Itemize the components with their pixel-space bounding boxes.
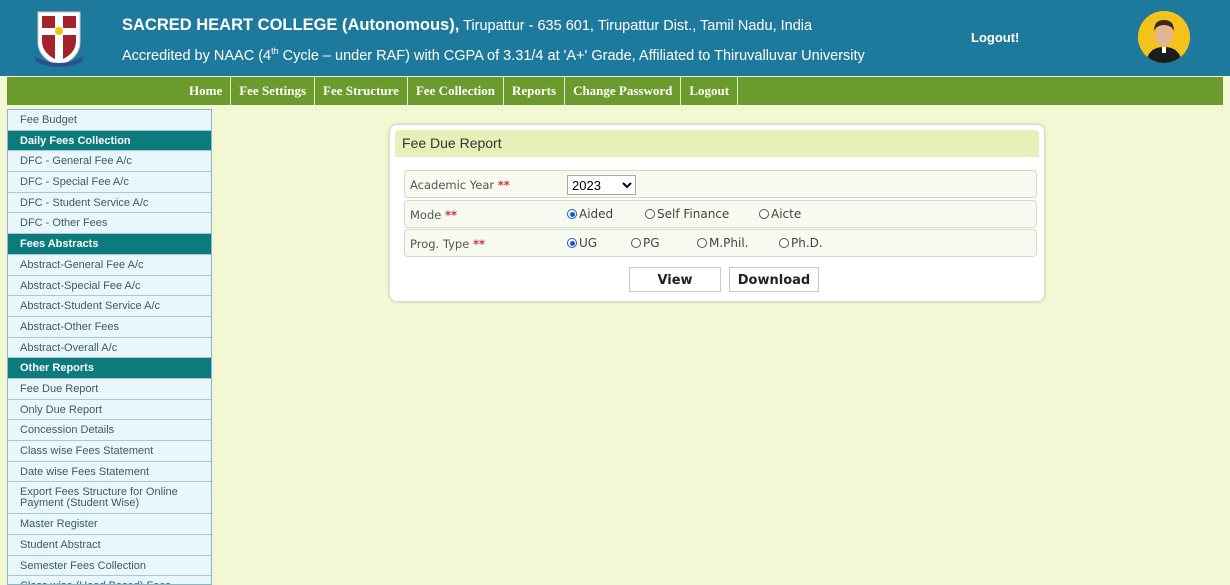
sidebar-item-dfc-special-fee-a-c[interactable]: DFC - Special Fee A/c (8, 172, 211, 193)
sidebar-item-student-abstract[interactable]: Student Abstract (8, 535, 211, 556)
accreditation-text-post: Cycle – under RAF) with CGPA of 3.31/4 a… (278, 47, 865, 64)
sidebar-section-fees-abstracts: Fees Abstracts (8, 234, 211, 255)
view-button[interactable]: View (629, 267, 721, 292)
radio-unchecked-icon[interactable] (631, 238, 641, 248)
prog-option-phd[interactable]: Ph.D. (779, 236, 823, 250)
header-logout-link[interactable]: Logout! (971, 30, 1019, 45)
sidebar-item-class-wise-fees-statement[interactable]: Class wise Fees Statement (8, 441, 211, 462)
mode-row: Mode ** Aided Self Finance Aicte (404, 200, 1037, 228)
prog-option-pg[interactable]: PG (631, 236, 660, 250)
main-nav: Home Fee Settings Fee Structure Fee Coll… (7, 77, 1223, 105)
sidebar: Fee Budget Daily Fees Collection DFC - Gen… (7, 109, 212, 585)
mode-option-self-finance[interactable]: Self Finance (645, 207, 729, 221)
sidebar-item-abstract-overall-a-c[interactable]: Abstract-Overall A/c (8, 338, 211, 359)
download-button[interactable]: Download (729, 267, 819, 292)
sidebar-item-semester-fees-collection[interactable]: Semester Fees Collection (8, 556, 211, 577)
sidebar-item-concession-details[interactable]: Concession Details (8, 420, 211, 441)
nav-fee-structure[interactable]: Fee Structure (315, 77, 408, 105)
nav-change-password[interactable]: Change Password (565, 77, 682, 105)
sidebar-item-only-due-report[interactable]: Only Due Report (8, 400, 211, 421)
sidebar-item-abstract-general-fee-a-c[interactable]: Abstract-General Fee A/c (8, 255, 211, 276)
prog-option-mphil[interactable]: M.Phil. (697, 236, 749, 250)
radio-checked-icon[interactable] (567, 209, 577, 219)
sidebar-item-abstract-student-service-a-c[interactable]: Abstract-Student Service A/c (8, 296, 211, 317)
header-title: SACRED HEART COLLEGE (Autonomous), Tirup… (122, 16, 812, 35)
app-header: SACRED HEART COLLEGE (Autonomous), Tirup… (0, 0, 1230, 76)
radio-unchecked-icon[interactable] (759, 209, 769, 219)
sidebar-item-dfc-general-fee-a-c[interactable]: DFC - General Fee A/c (8, 151, 211, 173)
nav-menu: Home Fee Settings Fee Structure Fee Coll… (181, 77, 739, 105)
radio-unchecked-icon[interactable] (697, 238, 707, 248)
sidebar-item-fee-budget[interactable]: Fee Budget (8, 110, 211, 131)
college-logo-icon (34, 11, 84, 67)
sidebar-item-date-wise-fees-statement[interactable]: Date wise Fees Statement (8, 462, 211, 483)
nav-reports[interactable]: Reports (504, 77, 566, 105)
nav-fee-settings[interactable]: Fee Settings (231, 77, 316, 105)
accreditation-text-pre: Accredited by NAAC (4 (122, 47, 272, 64)
header-accreditation: Accredited by NAAC (4th Cycle – under RA… (122, 46, 865, 64)
accreditation-sup: th (271, 46, 279, 56)
prog-type-label: Prog. Type ** (410, 237, 485, 251)
radio-unchecked-icon[interactable] (645, 209, 655, 219)
nav-logout[interactable]: Logout (681, 77, 739, 105)
sidebar-item-dfc-other-fees[interactable]: DFC - Other Fees (8, 213, 211, 235)
mode-option-aicte[interactable]: Aicte (759, 207, 801, 221)
sidebar-item-export-fees-structure-for-online-payment-student-wise[interactable]: Export Fees Structure for Online Payment… (8, 482, 211, 515)
sidebar-item-abstract-other-fees[interactable]: Abstract-Other Fees (8, 317, 211, 338)
mode-label: Mode ** (410, 208, 458, 222)
panel-title: Fee Due Report (395, 130, 1039, 157)
prog-type-row: Prog. Type ** UG PG M.Phil. Ph.D. (404, 229, 1037, 257)
academic-year-select[interactable]: 2023 (567, 175, 636, 195)
radio-checked-icon[interactable] (567, 238, 577, 248)
radio-unchecked-icon[interactable] (779, 238, 789, 248)
college-name: SACRED HEART COLLEGE (Autonomous), (122, 16, 460, 34)
sidebar-item-master-register[interactable]: Master Register (8, 514, 211, 536)
nav-fee-collection[interactable]: Fee Collection (408, 77, 505, 105)
mode-option-aided[interactable]: Aided (567, 207, 613, 221)
academic-year-label: Academic Year ** (410, 178, 510, 192)
nav-home[interactable]: Home (181, 77, 232, 105)
user-avatar (1138, 11, 1190, 63)
sidebar-section-daily-fees-collection: Daily Fees Collection (8, 130, 211, 152)
sidebar-item-abstract-special-fee-a-c[interactable]: Abstract-Special Fee A/c (8, 276, 211, 297)
sidebar-section-other-reports: Other Reports (8, 358, 211, 379)
academic-year-row: Academic Year ** 2023 (404, 170, 1037, 198)
college-address: Tirupattur - 635 601, Tirupattur Dist., … (459, 18, 813, 34)
sidebar-item-class-wise-head-based-fees[interactable]: Class wise (Head Based) Fees (8, 576, 211, 584)
sidebar-item-fee-due-report[interactable]: Fee Due Report (8, 379, 211, 400)
fee-due-report-panel: Fee Due Report Academic Year ** 2023 Mod… (389, 124, 1045, 302)
prog-option-ug[interactable]: UG (567, 236, 597, 250)
sidebar-item-dfc-student-service-a-c[interactable]: DFC - Student Service A/c (8, 193, 211, 214)
